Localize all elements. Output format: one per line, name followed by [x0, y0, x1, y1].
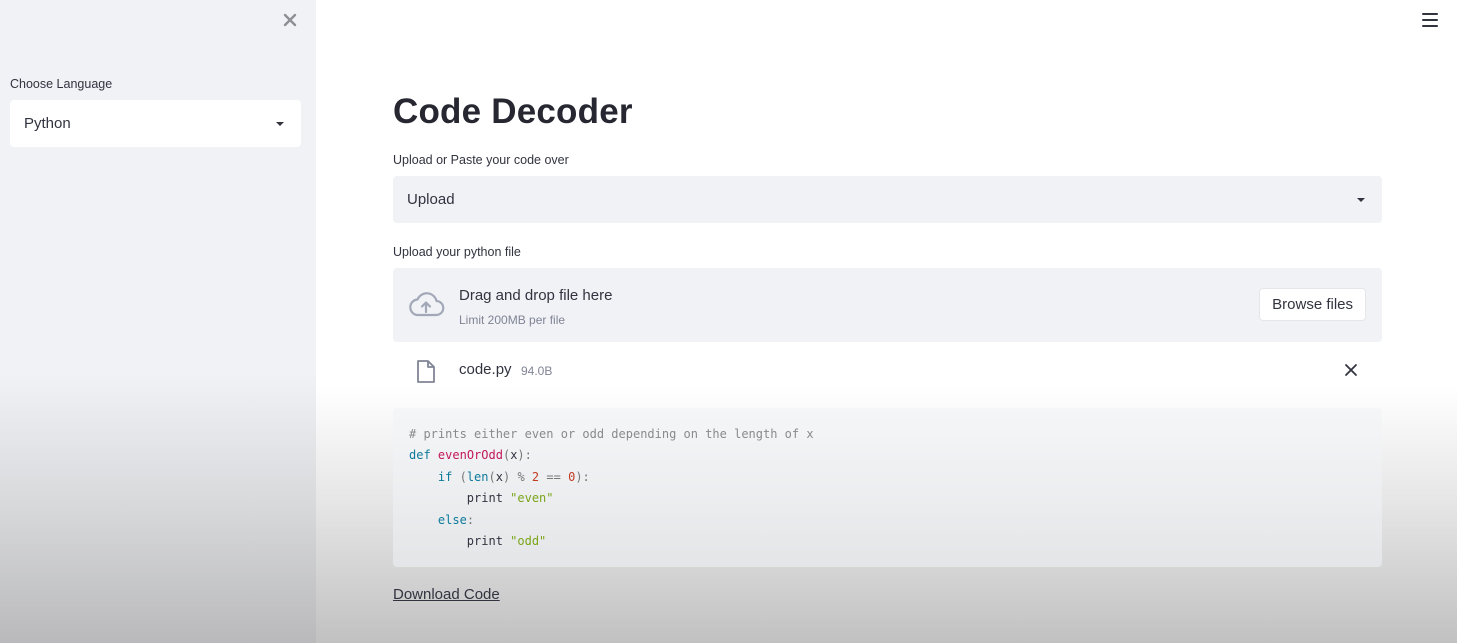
code-line: def evenOrOdd(x): [409, 448, 532, 463]
code-keyword-if: if [437, 469, 453, 484]
code-punct: ) [502, 469, 511, 484]
code-keyword-def: def [409, 448, 431, 463]
code-line: print "odd" [409, 534, 547, 549]
chevron-down-icon [1357, 198, 1365, 202]
code-string: "odd" [510, 534, 547, 549]
code-punct: ): [575, 469, 590, 484]
hamburger-menu-icon[interactable] [1422, 13, 1438, 29]
code-string: "even" [510, 491, 554, 506]
code-punct: ( [488, 469, 496, 484]
mode-select[interactable]: Upload [393, 176, 1382, 223]
code-builtin-len: len [466, 469, 489, 484]
remove-file-icon[interactable] [1343, 362, 1359, 378]
dropzone-instructions: Drag and drop file here [459, 287, 613, 304]
code-function-name: evenOrOdd [437, 448, 503, 463]
code-punct: ( [459, 469, 467, 484]
dropzone-limit: Limit 200MB per file [459, 313, 566, 327]
mode-select-label: Upload or Paste your code over [393, 153, 569, 167]
cloud-upload-icon [409, 292, 445, 317]
code-number: 2 [531, 469, 540, 484]
file-size: 94.0B [521, 364, 553, 378]
code-comment: # prints either even or odd depending on… [409, 427, 814, 441]
code-line: else: [409, 510, 1382, 531]
chevron-down-icon [276, 122, 284, 126]
code-operator: % [517, 469, 525, 484]
uploaded-file-row: code.py 94.0B [393, 350, 1382, 392]
code-keyword-else: else [437, 512, 467, 527]
download-code-link[interactable]: Download Code [393, 586, 500, 603]
code-punct: : [466, 512, 475, 527]
page-title: Code Decoder [393, 92, 633, 131]
code-punct: ): [517, 448, 532, 463]
close-icon [283, 13, 297, 27]
code-line: # prints either even or odd depending on… [409, 424, 1382, 445]
file-icon [417, 360, 435, 383]
browse-files-button[interactable]: Browse files [1259, 288, 1366, 321]
file-name: code.py [459, 361, 512, 378]
code-operator: == [546, 469, 561, 484]
file-dropzone[interactable]: Drag and drop file here Limit 200MB per … [393, 268, 1382, 342]
code-block: # prints either even or odd depending on… [393, 408, 1382, 567]
language-select[interactable]: Python [10, 100, 301, 147]
code-punct: ( [502, 448, 511, 463]
mode-select-value: Upload [407, 191, 455, 208]
sidebar-close-button[interactable] [279, 9, 301, 31]
code-line: if (len(x) % 2 == 0): [437, 469, 590, 484]
file-uploader-label: Upload your python file [393, 245, 521, 259]
code-line: print "even" [409, 491, 554, 506]
language-select-label: Choose Language [10, 77, 113, 91]
sidebar: Choose Language Python [0, 0, 316, 643]
language-select-value: Python [24, 115, 71, 132]
